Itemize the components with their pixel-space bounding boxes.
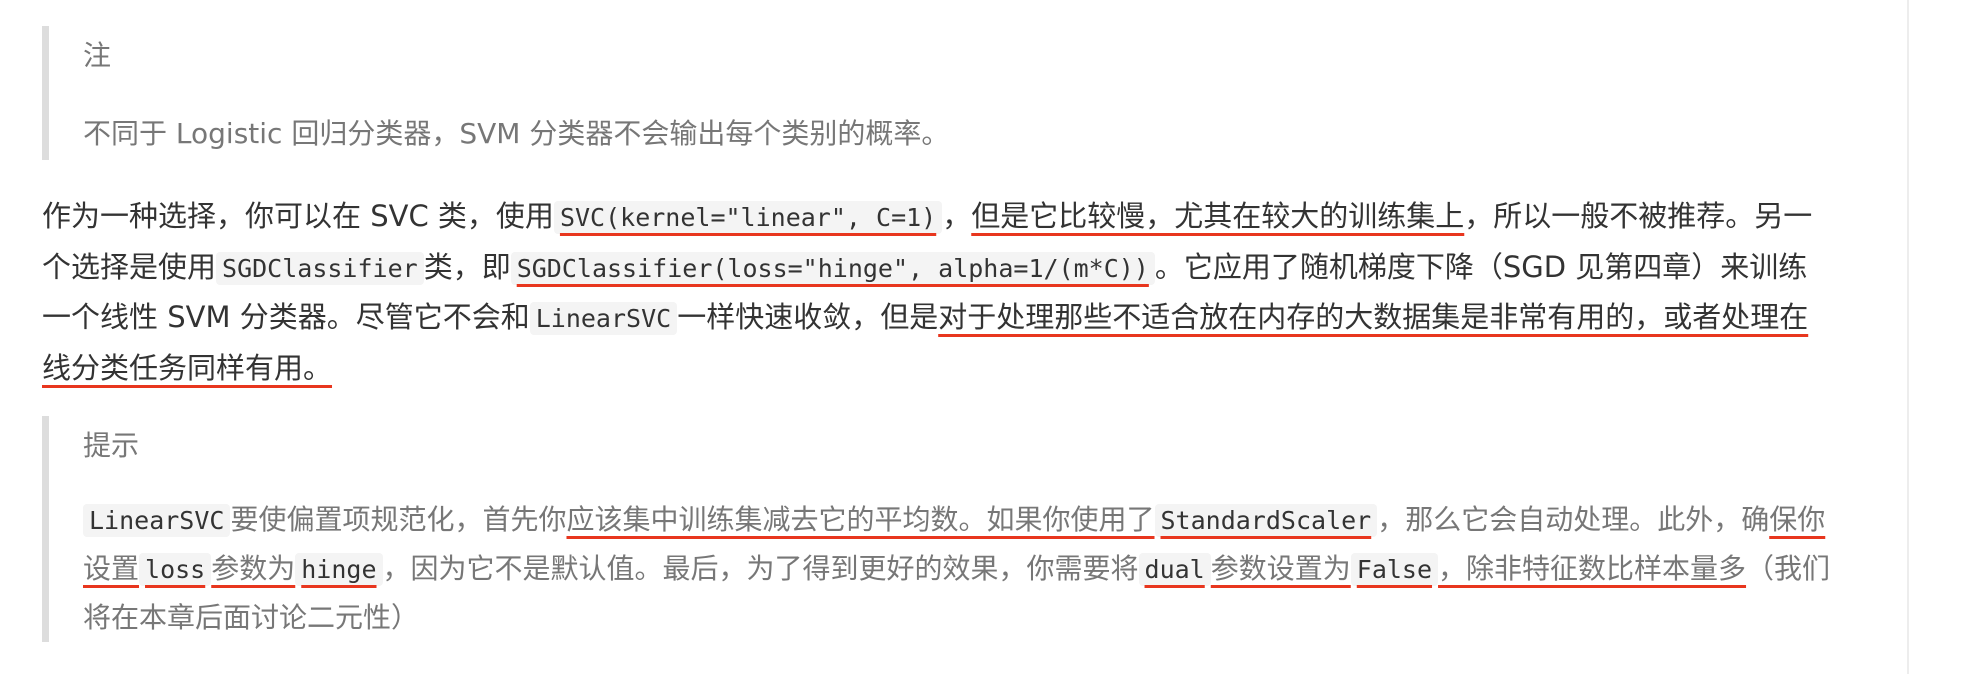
inline-code-hinge: hinge — [295, 553, 383, 586]
text-segment: 作为一种选择，你可以在 SVC 类，使用 — [42, 199, 554, 233]
underlined-code: StandardScaler — [1154, 503, 1378, 537]
note-text: 不同于 Logistic 回归分类器，SVM 分类器不会输出每个类别的概率。 — [83, 117, 950, 150]
inline-code-linearsvc: LinearSVC — [83, 504, 231, 537]
text-segment: 要使偏置项规范化，首先你 — [230, 503, 567, 536]
tip-title: 提示 — [83, 429, 140, 462]
inline-code-dual: dual — [1138, 553, 1211, 586]
text-segment: ，那么它会自动处理。此外，确 — [1377, 503, 1770, 536]
page-edge-rule — [1907, 0, 1909, 674]
underlined-text: 参数设置为 — [1210, 552, 1351, 585]
underlined-code: False — [1350, 552, 1439, 586]
inline-code-loss: loss — [139, 553, 212, 586]
inline-code-false: False — [1350, 553, 1439, 586]
underlined-code: dual — [1138, 552, 1211, 586]
inline-code-sgdclassifier: SGDClassifier — [216, 251, 424, 285]
text-segment: ， — [942, 199, 972, 233]
inline-code-linearsvc: LinearSVC — [529, 302, 678, 335]
text-segment: ，因为它不是默认值。最后，为了得到更好的效果，你需要将 — [382, 552, 1139, 585]
underlined-code: SGDClassifier(loss="hinge", alpha=1/(m*C… — [510, 250, 1155, 285]
underlined-code: loss — [139, 552, 212, 586]
text-segment: 一样快速收敛，但是 — [677, 300, 939, 334]
underlined-text: 应该集中训练集减去它的平均数。如果你使用了 — [566, 503, 1155, 536]
underlined-code: SVC(kernel="linear", C=1) — [553, 199, 943, 234]
inline-code-sgd-call: SGDClassifier(loss="hinge", alpha=1/(m*C… — [510, 251, 1155, 285]
underlined-code: hinge — [295, 552, 383, 586]
underlined-text: ，除非特征数比样本量多 — [1438, 552, 1747, 585]
inline-code-svc: SVC(kernel="linear", C=1) — [553, 201, 943, 234]
text-segment: 类，即 — [423, 249, 511, 284]
note-callout: 注 不同于 Logistic 回归分类器，SVM 分类器不会输出每个类别的概率。 — [42, 26, 1843, 160]
underlined-text: 但是它比较慢，尤其在较大的训练集上 — [971, 199, 1465, 233]
inline-code-standardscaler: StandardScaler — [1154, 504, 1378, 537]
underlined-text: 参数为 — [211, 552, 296, 585]
body-paragraph: 作为一种选择，你可以在 SVC 类，使用 SVC(kernel="linear",… — [42, 192, 1822, 392]
note-title: 注 — [83, 39, 112, 72]
tip-text: LinearSVC 要使偏置项规范化，首先你应该集中训练集减去它的平均数。如果你使… — [83, 496, 1843, 642]
tip-callout: 提示 LinearSVC 要使偏置项规范化，首先你应该集中训练集减去它的平均数。如… — [42, 416, 1843, 642]
